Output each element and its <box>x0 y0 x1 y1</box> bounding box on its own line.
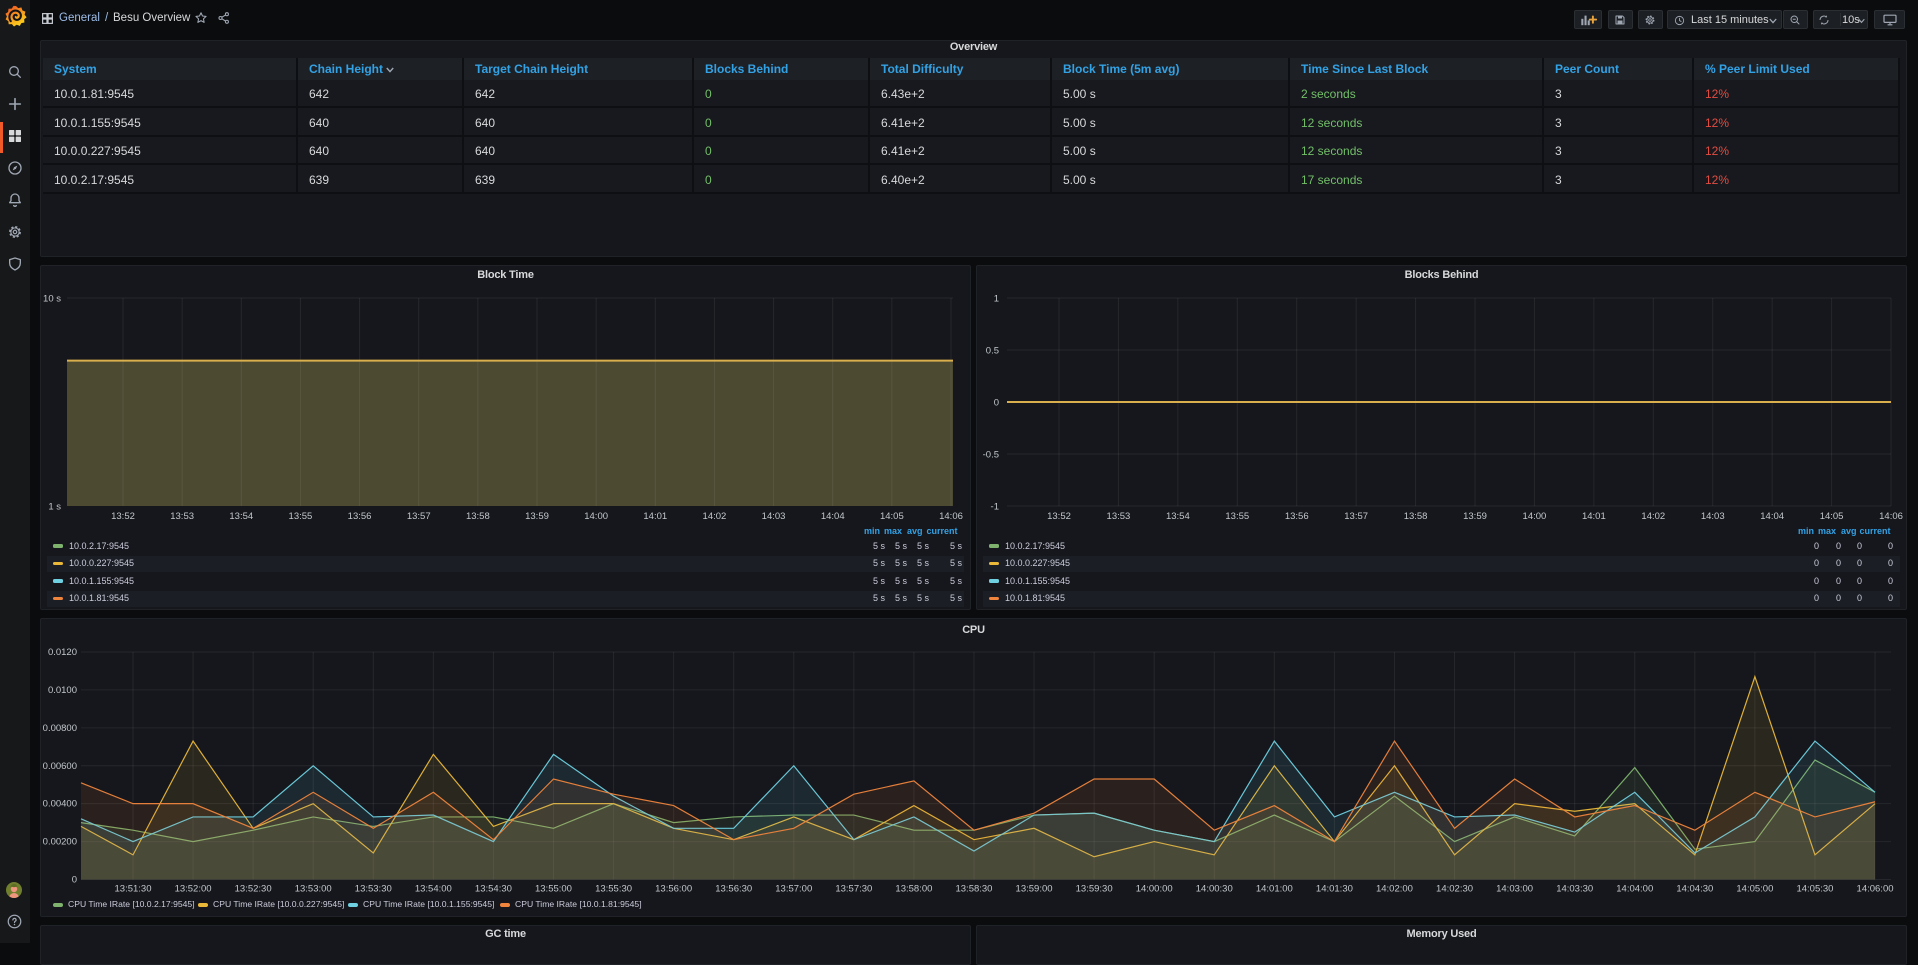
svg-text:13:53:30: 13:53:30 <box>355 883 392 894</box>
svg-text:14:01:00: 14:01:00 <box>1256 883 1293 894</box>
svg-text:13:56:00: 13:56:00 <box>655 883 692 894</box>
svg-text:0.0100: 0.0100 <box>48 685 77 696</box>
svg-text:13:56:30: 13:56:30 <box>715 883 752 894</box>
svg-text:13:57:00: 13:57:00 <box>775 883 812 894</box>
svg-text:13:51:30: 13:51:30 <box>115 883 152 894</box>
svg-text:13:58:00: 13:58:00 <box>895 883 932 894</box>
svg-text:14:04:00: 14:04:00 <box>1616 883 1653 894</box>
svg-text:0.00600: 0.00600 <box>43 761 77 772</box>
svg-text:14:05:30: 14:05:30 <box>1796 883 1833 894</box>
svg-text:13:55:00: 13:55:00 <box>535 883 572 894</box>
svg-text:14:01:30: 14:01:30 <box>1316 883 1353 894</box>
svg-text:13:52:30: 13:52:30 <box>235 883 272 894</box>
svg-text:13:52:00: 13:52:00 <box>175 883 212 894</box>
svg-text:14:04:30: 14:04:30 <box>1676 883 1713 894</box>
svg-text:14:06:00: 14:06:00 <box>1857 883 1894 894</box>
svg-text:0.00800: 0.00800 <box>43 723 77 734</box>
svg-text:13:55:30: 13:55:30 <box>595 883 632 894</box>
svg-text:14:03:30: 14:03:30 <box>1556 883 1593 894</box>
svg-text:13:58:30: 13:58:30 <box>955 883 992 894</box>
svg-text:0.00200: 0.00200 <box>43 837 77 848</box>
svg-text:0.0120: 0.0120 <box>48 647 77 658</box>
svg-text:13:53:00: 13:53:00 <box>295 883 332 894</box>
svg-text:14:03:00: 14:03:00 <box>1496 883 1533 894</box>
svg-text:13:59:00: 13:59:00 <box>1016 883 1053 894</box>
svg-text:14:00:00: 14:00:00 <box>1136 883 1173 894</box>
svg-text:13:54:00: 13:54:00 <box>415 883 452 894</box>
svg-text:13:59:30: 13:59:30 <box>1076 883 1113 894</box>
svg-text:14:05:00: 14:05:00 <box>1736 883 1773 894</box>
svg-text:14:02:30: 14:02:30 <box>1436 883 1473 894</box>
svg-text:14:00:30: 14:00:30 <box>1196 883 1233 894</box>
svg-text:0.00400: 0.00400 <box>43 799 77 810</box>
svg-text:13:57:30: 13:57:30 <box>835 883 872 894</box>
svg-text:0: 0 <box>72 875 77 886</box>
svg-text:13:54:30: 13:54:30 <box>475 883 512 894</box>
svg-text:14:02:00: 14:02:00 <box>1376 883 1413 894</box>
